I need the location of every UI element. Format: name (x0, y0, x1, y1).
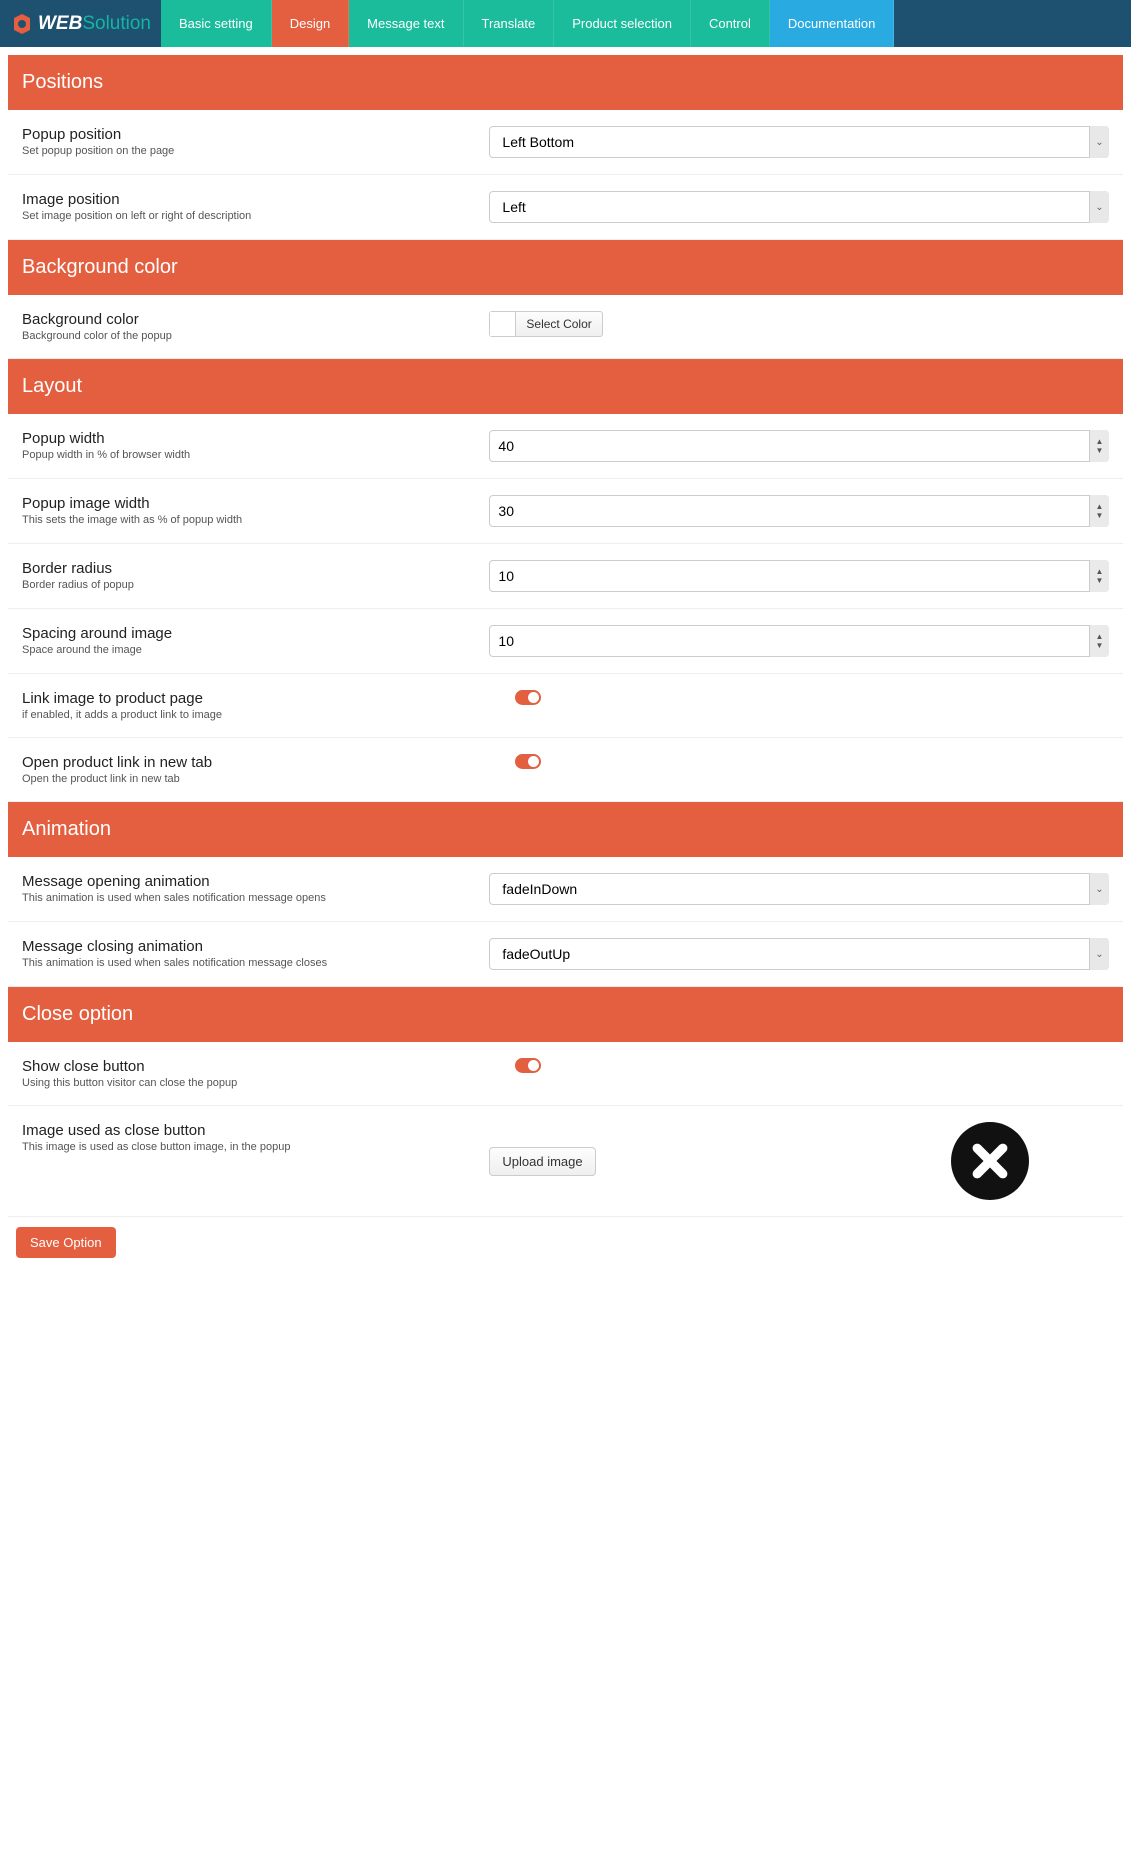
desc-spacing: Space around the image (22, 644, 469, 656)
row-close-anim: Message closing animation This animation… (8, 922, 1123, 987)
desc-close-anim: This animation is used when sales notifi… (22, 957, 469, 969)
row-image-width: Popup image width This sets the image wi… (8, 479, 1123, 544)
brand-logo: WEBSolution (0, 0, 161, 47)
input-image-width[interactable] (489, 495, 1109, 527)
input-popup-width[interactable] (489, 430, 1109, 462)
section-background: Background color (8, 240, 1123, 295)
desc-close-image: This image is used as close button image… (22, 1141, 469, 1153)
desc-popup-position: Set popup position on the page (22, 145, 469, 157)
row-close-image: Image used as close button This image is… (8, 1106, 1123, 1217)
section-close: Close option (8, 987, 1123, 1042)
logo-text-solution: Solution (82, 13, 151, 35)
desc-popup-width: Popup width in % of browser width (22, 449, 469, 461)
row-spacing: Spacing around image Space around the im… (8, 609, 1123, 674)
toggle-link-image[interactable] (515, 690, 541, 705)
nav-control[interactable]: Control (691, 0, 770, 47)
desc-image-position: Set image position on left or right of d… (22, 210, 469, 222)
label-popup-width: Popup width (22, 430, 469, 447)
label-open-anim: Message opening animation (22, 873, 469, 890)
select-popup-position[interactable]: Left Bottom (489, 126, 1109, 158)
section-animation: Animation (8, 802, 1123, 857)
label-spacing: Spacing around image (22, 625, 469, 642)
content-area: Positions Popup position Set popup posit… (0, 47, 1131, 1288)
label-image-position: Image position (22, 191, 469, 208)
row-popup-width: Popup width Popup width in % of browser … (8, 414, 1123, 479)
top-bar: WEBSolution Basic setting Design Message… (0, 0, 1131, 47)
nav-product-selection[interactable]: Product selection (554, 0, 691, 47)
color-picker-label: Select Color (516, 317, 601, 331)
desc-new-tab: Open the product link in new tab (22, 773, 469, 785)
nav-documentation[interactable]: Documentation (770, 0, 894, 47)
nav-design[interactable]: Design (272, 0, 349, 47)
nav-translate[interactable]: Translate (464, 0, 555, 47)
toggle-show-close[interactable] (515, 1058, 541, 1073)
nav-basic-setting[interactable]: Basic setting (161, 0, 272, 47)
label-background-color: Background color (22, 311, 469, 328)
row-background-color: Background color Background color of the… (8, 295, 1123, 359)
input-spacing[interactable] (489, 625, 1109, 657)
toggle-new-tab[interactable] (515, 754, 541, 769)
section-layout: Layout (8, 359, 1123, 414)
desc-image-width: This sets the image with as % of popup w… (22, 514, 469, 526)
label-link-image: Link image to product page (22, 690, 469, 707)
desc-open-anim: This animation is used when sales notifi… (22, 892, 469, 904)
close-icon (968, 1139, 1012, 1183)
label-show-close: Show close button (22, 1058, 469, 1075)
save-button[interactable]: Save Option (16, 1227, 116, 1258)
label-popup-position: Popup position (22, 126, 469, 143)
color-swatch (490, 312, 516, 336)
label-border-radius: Border radius (22, 560, 469, 577)
row-new-tab: Open product link in new tab Open the pr… (8, 738, 1123, 802)
upload-image-button[interactable]: Upload image (489, 1147, 595, 1176)
row-image-position: Image position Set image position on lef… (8, 175, 1123, 240)
row-open-anim: Message opening animation This animation… (8, 857, 1123, 922)
desc-show-close: Using this button visitor can close the … (22, 1077, 469, 1089)
row-link-image: Link image to product page if enabled, i… (8, 674, 1123, 738)
logo-text-web: WEB (38, 13, 82, 35)
select-close-anim[interactable]: fadeOutUp (489, 938, 1109, 970)
color-picker-button[interactable]: Select Color (489, 311, 602, 337)
main-nav: Basic setting Design Message text Transl… (161, 0, 894, 47)
label-close-anim: Message closing animation (22, 938, 469, 955)
select-image-position[interactable]: Left (489, 191, 1109, 223)
label-new-tab: Open product link in new tab (22, 754, 469, 771)
desc-border-radius: Border radius of popup (22, 579, 469, 591)
select-open-anim[interactable]: fadeInDown (489, 873, 1109, 905)
row-border-radius: Border radius Border radius of popup ▲▼ (8, 544, 1123, 609)
nav-message-text[interactable]: Message text (349, 0, 463, 47)
logo-icon (10, 12, 34, 36)
label-close-image: Image used as close button (22, 1122, 469, 1139)
input-border-radius[interactable] (489, 560, 1109, 592)
row-show-close: Show close button Using this button visi… (8, 1042, 1123, 1106)
section-positions: Positions (8, 55, 1123, 110)
desc-link-image: if enabled, it adds a product link to im… (22, 709, 469, 721)
desc-background-color: Background color of the popup (22, 330, 469, 342)
label-image-width: Popup image width (22, 495, 469, 512)
close-icon-preview (951, 1122, 1029, 1200)
row-popup-position: Popup position Set popup position on the… (8, 110, 1123, 175)
